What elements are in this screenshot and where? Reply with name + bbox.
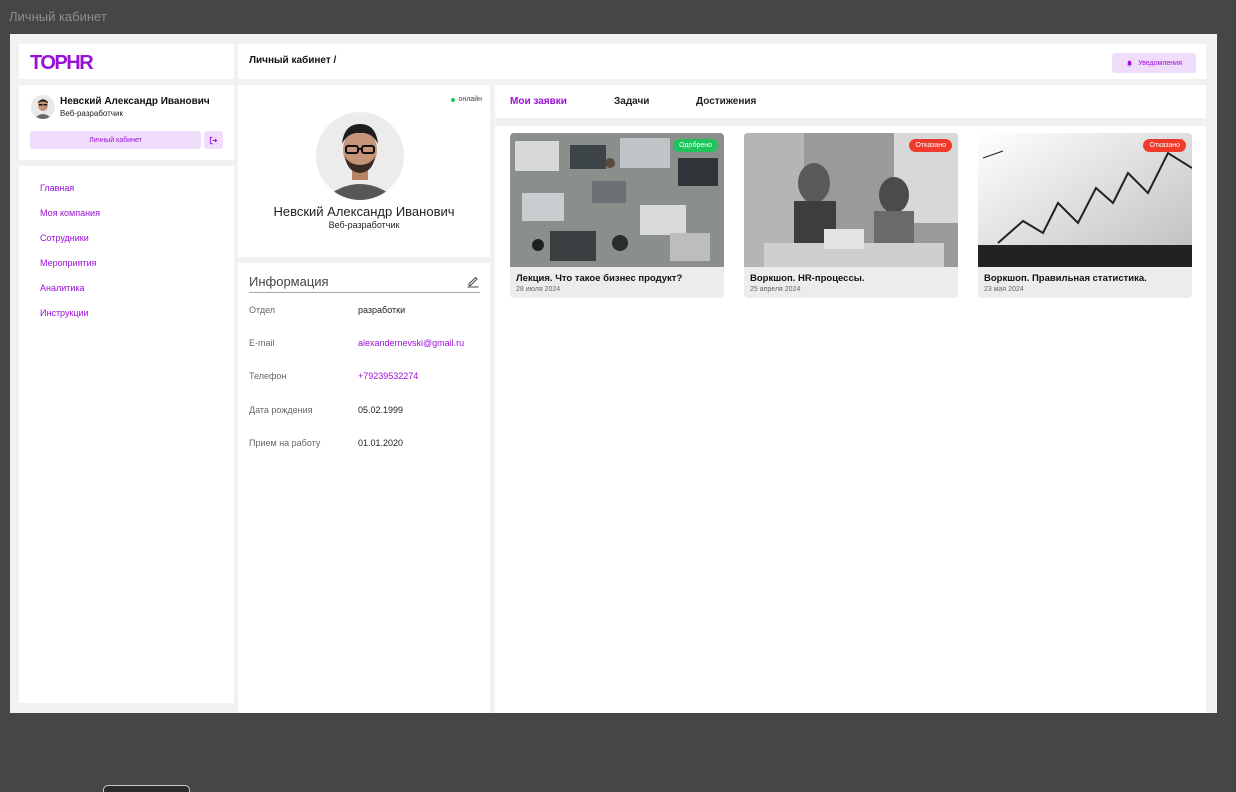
card-image xyxy=(978,133,1192,267)
avatar[interactable] xyxy=(31,95,55,119)
request-card[interactable]: Отказано Воркшоп. HR-процессы. 25 апреля… xyxy=(744,133,958,298)
status-badge: Отказано xyxy=(1143,139,1186,152)
card-date: 23 мая 2024 xyxy=(984,286,1024,293)
user-card: Невский Александр Иванович Веб-разработч… xyxy=(19,85,234,160)
info-value-department: разработки xyxy=(358,305,406,315)
logo-panel: TOPHR xyxy=(19,44,234,79)
user-role: Веб-разработчик xyxy=(60,109,123,118)
logo[interactable]: TOPHR xyxy=(30,52,94,75)
profile-role: Веб-разработчик xyxy=(328,220,400,230)
sidebar-item-instructions[interactable]: Инструкции xyxy=(40,308,89,318)
card-date: 28 июля 2024 xyxy=(516,286,561,293)
sidebar-item-company[interactable]: Моя компания xyxy=(40,208,100,218)
info-value-phone[interactable]: +79239532274 xyxy=(358,371,418,381)
info-divider xyxy=(249,292,480,293)
sidebar-item-analytics[interactable]: Аналитика xyxy=(40,283,85,293)
card-title: Воркшоп. Правильная статистика. xyxy=(984,273,1147,284)
tab-tasks[interactable]: Задачи xyxy=(614,96,649,107)
profile-name: Невский Александр Иванович xyxy=(273,204,455,219)
info-label-hire-date: Прием на работу xyxy=(249,438,321,448)
breadcrumb[interactable]: Личный кабинет / xyxy=(249,55,336,66)
request-card[interactable]: Одобрено Лекция. Что такое бизнес продук… xyxy=(510,133,724,298)
profile-card: онлайн Невский Александр Иванович Веб-ра… xyxy=(238,85,490,257)
tab-achievements[interactable]: Достижения xyxy=(696,96,756,107)
info-label-phone: Телефон xyxy=(249,371,287,381)
info-card: Информация Отдел разработки E-mail alexa… xyxy=(238,263,490,713)
info-label-department: Отдел xyxy=(249,305,276,315)
bell-icon xyxy=(1127,60,1133,67)
info-value-birthdate: 05.02.1999 xyxy=(358,405,404,415)
card-title: Лекция. Что такое бизнес продукт? xyxy=(516,273,683,284)
logout-button[interactable] xyxy=(204,131,223,149)
card-image xyxy=(744,133,958,267)
info-value-hire-date: 01.01.2020 xyxy=(358,438,404,448)
header: Личный кабинет / Уведомления xyxy=(238,44,1206,79)
status-badge: Отказано xyxy=(909,139,952,152)
cabinet-button[interactable]: Личный кабинет xyxy=(30,131,201,149)
window-title: Личный кабинет xyxy=(9,9,107,24)
request-card[interactable]: Отказано Воркшоп. Правильная статистика.… xyxy=(978,133,1192,298)
card-image xyxy=(510,133,724,267)
card-date: 25 апреля 2024 xyxy=(750,286,801,293)
online-status: онлайн xyxy=(451,96,482,103)
sidebar-item-home[interactable]: Главная xyxy=(40,183,74,193)
online-dot-icon xyxy=(451,97,456,102)
info-title: Информация xyxy=(249,274,329,289)
info-label-birthdate: Дата рождения xyxy=(249,405,313,415)
tabs-bar: Мои заявки Задачи Достижения xyxy=(495,85,1206,118)
info-label-email: E-mail xyxy=(249,338,275,348)
edit-icon[interactable] xyxy=(466,274,480,288)
notifications-button[interactable]: Уведомления xyxy=(1112,53,1196,73)
online-status-label: онлайн xyxy=(458,96,482,103)
requests-content: Одобрено Лекция. Что такое бизнес продук… xyxy=(495,126,1206,713)
profile-avatar[interactable] xyxy=(316,112,404,200)
logout-icon xyxy=(209,136,218,144)
sidebar-item-events[interactable]: Мероприятия xyxy=(40,258,96,268)
info-value-email[interactable]: alexandernevski@gmail.ru xyxy=(358,338,464,348)
tab-my-requests[interactable]: Мои заявки xyxy=(510,96,567,107)
sidebar-nav: Главная Моя компания Сотрудники Мероприя… xyxy=(19,166,234,703)
user-name: Невский Александр Иванович xyxy=(60,96,210,107)
card-title: Воркшоп. HR-процессы. xyxy=(750,273,865,284)
status-badge: Одобрено xyxy=(673,139,718,152)
taskbar-item[interactable] xyxy=(103,785,190,792)
sidebar-item-employees[interactable]: Сотрудники xyxy=(40,233,89,243)
notifications-label: Уведомления xyxy=(1138,59,1182,67)
